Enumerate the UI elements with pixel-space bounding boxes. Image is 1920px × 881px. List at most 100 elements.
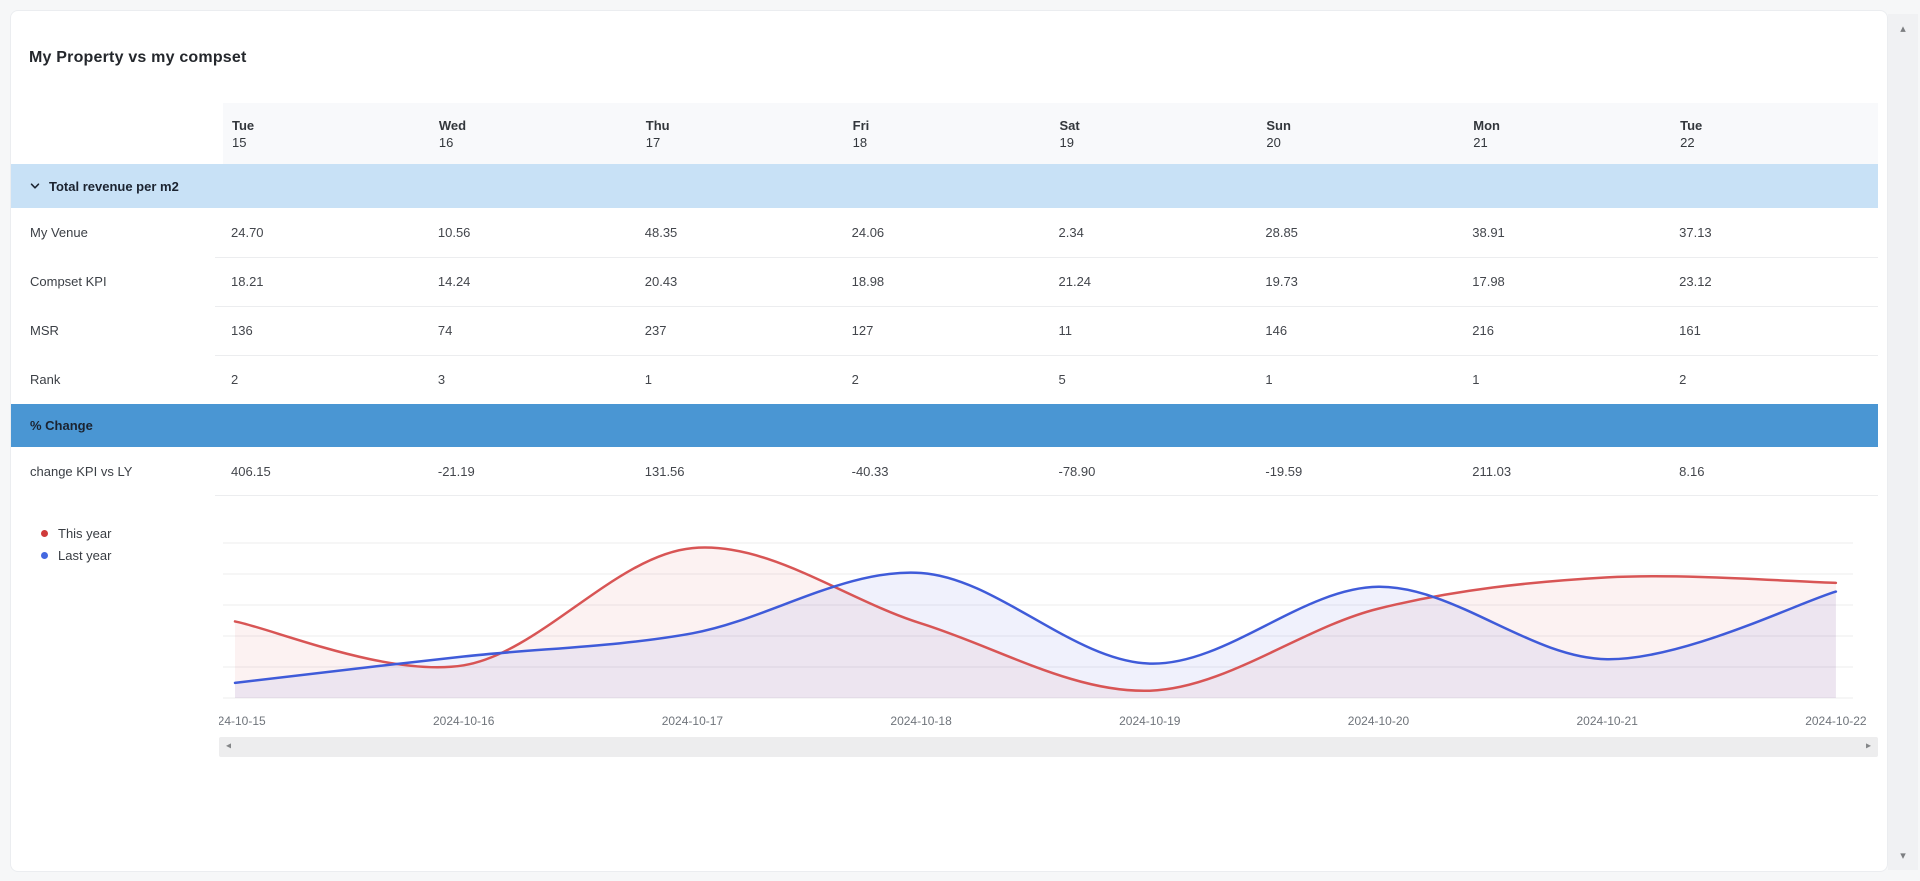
table-cell: 127 <box>844 306 1051 355</box>
table-cell: 19.73 <box>1257 257 1464 306</box>
table-cell: 2.34 <box>1051 208 1258 257</box>
legend-dot-icon <box>41 530 48 537</box>
table-cell: 406.15 <box>223 447 430 496</box>
table-cell: 2 <box>844 355 1051 404</box>
table-cell: 1 <box>637 355 844 404</box>
column-date-label: 18 <box>853 134 1051 151</box>
column-day-label: Tue <box>1680 117 1878 134</box>
table-cell: 18.21 <box>223 257 430 306</box>
x-axis-label: 2024-10-22 <box>1805 714 1867 728</box>
horizontal-scrollbar[interactable]: ◂ ▸ <box>219 737 1878 757</box>
table-cell: -19.59 <box>1257 447 1464 496</box>
table-header-corner <box>11 103 223 164</box>
column-header-thu-17: Thu17 <box>637 103 844 164</box>
column-header-tue-15: Tue15 <box>223 103 430 164</box>
row-label: MSR <box>11 306 223 355</box>
x-axis-label: 2024-10-19 <box>1119 714 1181 728</box>
section-header-total-revenue[interactable]: Total revenue per m2 <box>11 164 1878 208</box>
section-label: % Change <box>30 418 93 433</box>
column-header-mon-21: Mon21 <box>1464 103 1671 164</box>
column-day-label: Tue <box>232 117 430 134</box>
column-header-sun-20: Sun20 <box>1257 103 1464 164</box>
row-label: Compset KPI <box>11 257 223 306</box>
table-row: MSR1367423712711146216161 <box>11 306 1878 355</box>
x-axis-label: 2024-10-16 <box>433 714 495 728</box>
legend-label: This year <box>58 526 111 541</box>
table-header-row: Tue15Wed16Thu17Fri18Sat19Sun20Mon21Tue22 <box>11 103 1878 164</box>
table-cell: -78.90 <box>1051 447 1258 496</box>
table-cell: 161 <box>1671 306 1878 355</box>
table-row: change KPI vs LY406.15-21.19131.56-40.33… <box>11 447 1878 496</box>
table-cell: 24.06 <box>844 208 1051 257</box>
column-date-label: 21 <box>1473 134 1671 151</box>
table-cell: 5 <box>1051 355 1258 404</box>
table-cell: 211.03 <box>1464 447 1671 496</box>
table-cell: -21.19 <box>430 447 637 496</box>
table-cell: -40.33 <box>844 447 1051 496</box>
row-label: Rank <box>11 355 223 404</box>
legend-dot-icon <box>41 552 48 559</box>
row-label: change KPI vs LY <box>11 447 223 496</box>
x-axis-label: 2024-10-18 <box>890 714 952 728</box>
column-header-wed-16: Wed16 <box>430 103 637 164</box>
column-date-label: 22 <box>1680 134 1878 151</box>
legend-label: Last year <box>58 548 111 563</box>
column-date-label: 17 <box>646 134 844 151</box>
table-cell: 24.70 <box>223 208 430 257</box>
table-cell: 11 <box>1051 306 1258 355</box>
column-day-label: Sun <box>1266 117 1464 134</box>
table-row: Compset KPI18.2114.2420.4318.9821.2419.7… <box>11 257 1878 306</box>
table-cell: 1 <box>1257 355 1464 404</box>
chart-region: This yearLast year 2024-10-152024-10-162… <box>11 496 1888 736</box>
table-cell: 3 <box>430 355 637 404</box>
section-label: Total revenue per m2 <box>49 179 179 194</box>
table-cell: 131.56 <box>637 447 844 496</box>
column-header-sat-19: Sat19 <box>1051 103 1258 164</box>
legend-item-last-year[interactable]: Last year <box>41 544 111 566</box>
column-day-label: Thu <box>646 117 844 134</box>
legend-item-this-year[interactable]: This year <box>41 522 111 544</box>
column-day-label: Fri <box>853 117 1051 134</box>
column-day-label: Sat <box>1060 117 1258 134</box>
scroll-up-icon[interactable]: ▴ <box>1900 22 1906 35</box>
scroll-right-icon[interactable]: ▸ <box>1866 742 1871 752</box>
chevron-down-icon <box>28 179 42 193</box>
line-chart[interactable]: 2024-10-152024-10-162024-10-172024-10-18… <box>219 531 1879 731</box>
table-cell: 74 <box>430 306 637 355</box>
x-axis-label: 2024-10-20 <box>1348 714 1410 728</box>
table-cell: 8.16 <box>1671 447 1878 496</box>
table-cell: 23.12 <box>1671 257 1878 306</box>
table-cell: 28.85 <box>1257 208 1464 257</box>
column-header-tue-22: Tue22 <box>1671 103 1878 164</box>
table-cell: 1 <box>1464 355 1671 404</box>
x-axis-label: 2024-10-21 <box>1577 714 1639 728</box>
chart-legend: This year Last year <box>41 522 111 566</box>
table-row: My Venue24.7010.5648.3524.062.3428.8538.… <box>11 208 1878 257</box>
table-cell: 20.43 <box>637 257 844 306</box>
scroll-down-icon[interactable]: ▾ <box>1900 849 1906 862</box>
column-day-label: Wed <box>439 117 637 134</box>
table-cell: 14.24 <box>430 257 637 306</box>
section-header-percent-change[interactable]: % Change <box>11 404 1878 447</box>
table-row: Rank23125112 <box>11 355 1878 404</box>
column-date-label: 20 <box>1266 134 1464 151</box>
table-cell: 2 <box>223 355 430 404</box>
vertical-scrollbar[interactable]: ▴ ▾ <box>1888 14 1918 870</box>
column-day-label: Mon <box>1473 117 1671 134</box>
table-cell: 136 <box>223 306 430 355</box>
table-cell: 38.91 <box>1464 208 1671 257</box>
table-cell: 216 <box>1464 306 1671 355</box>
table-cell: 146 <box>1257 306 1464 355</box>
column-date-label: 15 <box>232 134 430 151</box>
table-cell: 10.56 <box>430 208 637 257</box>
table-cell: 37.13 <box>1671 208 1878 257</box>
column-header-fri-18: Fri18 <box>844 103 1051 164</box>
table-cell: 237 <box>637 306 844 355</box>
row-label: My Venue <box>11 208 223 257</box>
x-axis-label: 2024-10-17 <box>662 714 724 728</box>
table-cell: 18.98 <box>844 257 1051 306</box>
scroll-left-icon[interactable]: ◂ <box>226 742 231 752</box>
page-title: My Property vs my compset <box>11 11 1887 103</box>
table-cell: 21.24 <box>1051 257 1258 306</box>
table-cell: 2 <box>1671 355 1878 404</box>
